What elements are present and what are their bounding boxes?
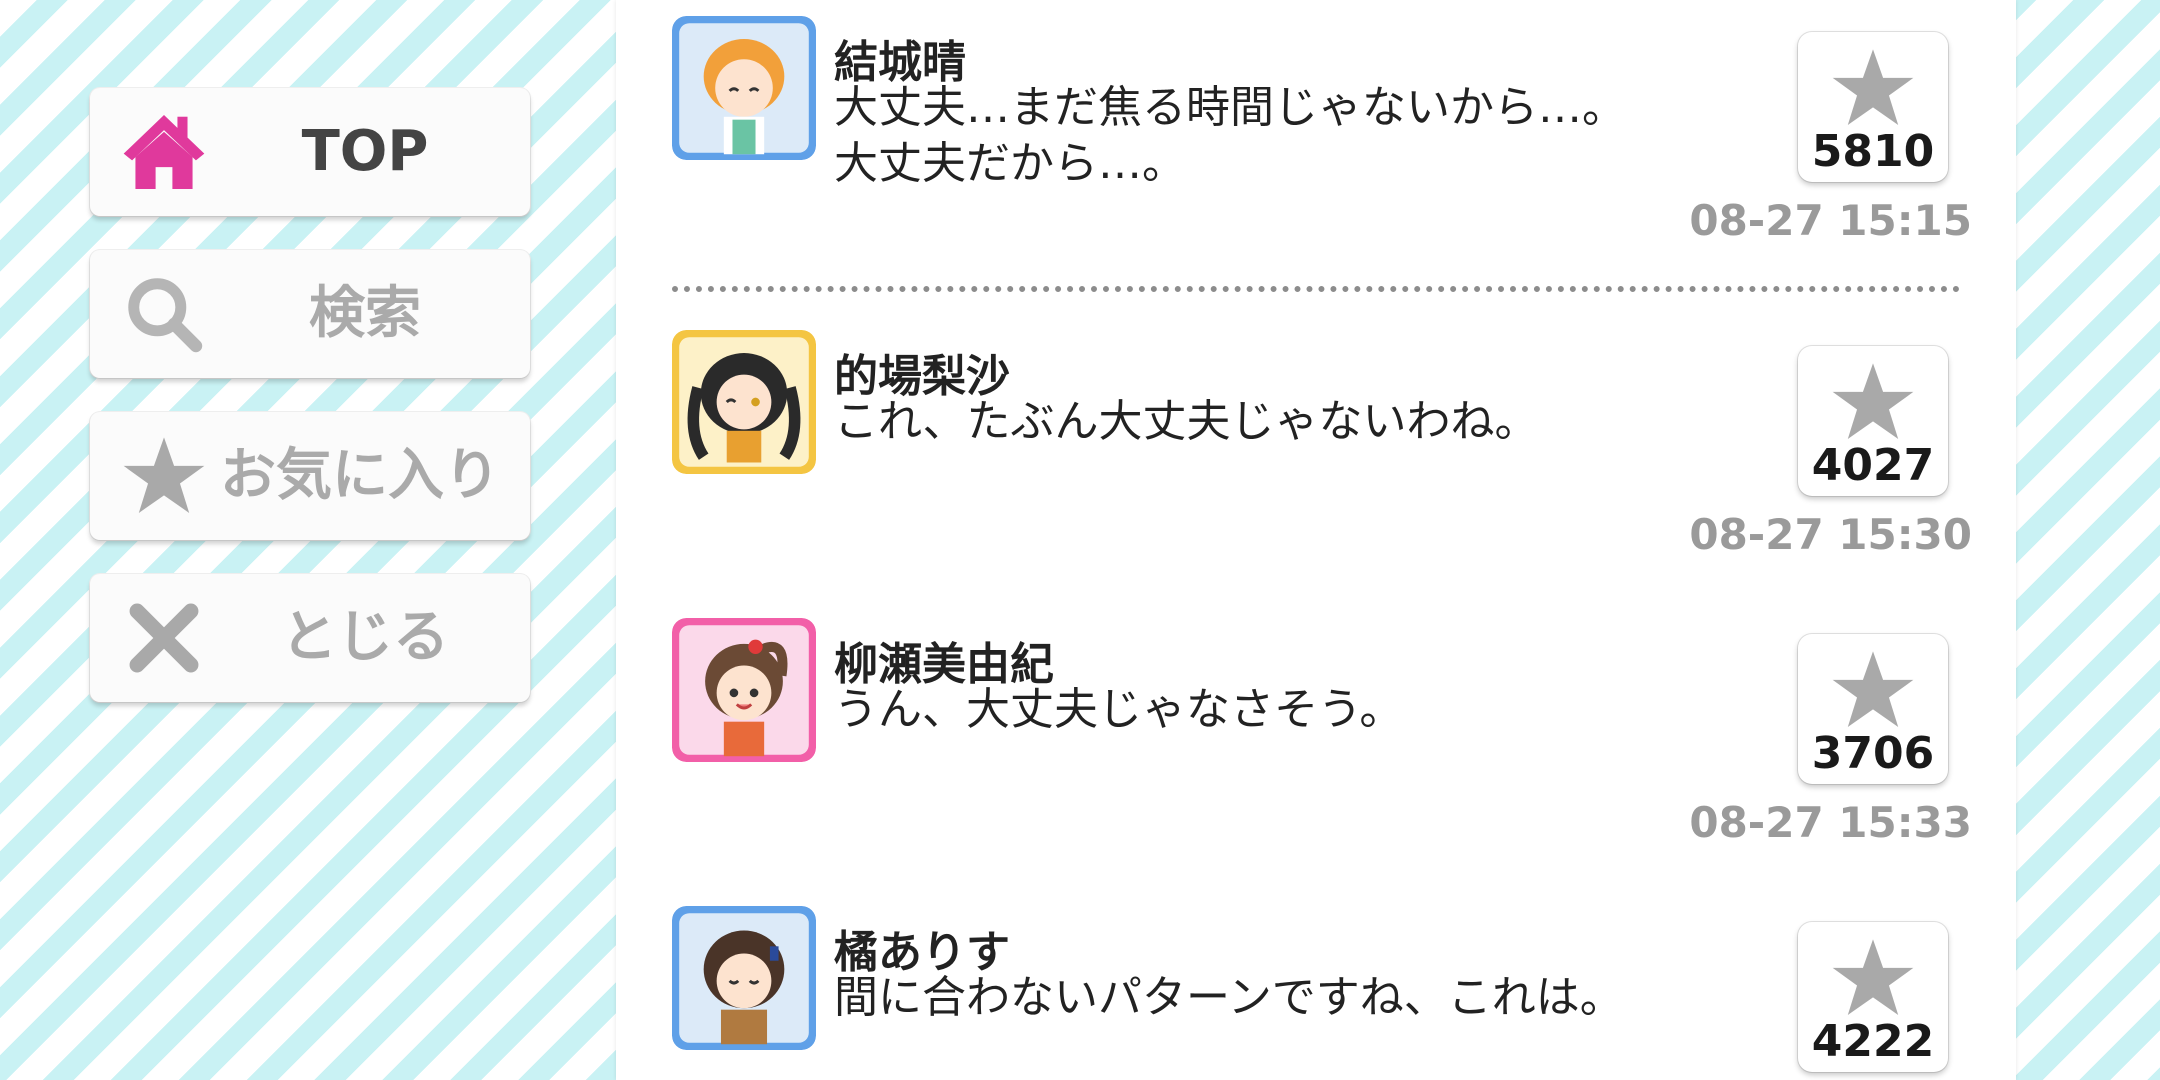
search-icon	[122, 272, 206, 356]
timestamp: 08-27 15:15	[1689, 196, 1972, 245]
home-icon	[122, 110, 206, 194]
star-icon	[1831, 648, 1915, 732]
side-menu: TOP 検索 お気に入り とじる	[90, 88, 530, 736]
avatar[interactable]	[672, 906, 816, 1050]
timestamp: 08-27 15:30	[1689, 510, 1972, 559]
message-text: 間に合わないパターンですね、これは。	[834, 972, 1624, 1023]
star-icon	[122, 434, 206, 518]
star-icon	[1831, 360, 1915, 444]
menu-search-label: 検索	[309, 281, 421, 346]
favorite-button[interactable]: 5810	[1798, 32, 1948, 182]
favorite-count: 4222	[1811, 1016, 1935, 1067]
timestamp: 08-27 15:33	[1689, 798, 1972, 847]
favorite-button[interactable]: 4027	[1798, 346, 1948, 496]
menu-favorites-label: お気に入り	[220, 443, 500, 508]
avatar[interactable]	[672, 330, 816, 474]
message-text: 大丈夫…まだ焦る時間じゃないから…。 大丈夫だから…。	[834, 82, 1626, 189]
star-icon	[1831, 936, 1915, 1020]
avatar[interactable]	[672, 618, 816, 762]
message-text: これ、たぶん大丈夫じゃないわね。	[834, 396, 1539, 447]
message-text: うん、大丈夫じゃなさそう。	[834, 684, 1404, 735]
favorite-button[interactable]: 3706	[1798, 634, 1948, 784]
close-icon	[122, 596, 206, 680]
divider	[672, 286, 1960, 292]
favorite-count: 4027	[1811, 440, 1935, 491]
favorite-count: 5810	[1811, 126, 1935, 177]
favorite-button[interactable]: 4222	[1798, 922, 1948, 1072]
avatar[interactable]	[672, 16, 816, 160]
timeline-panel[interactable]: 結城晴 大丈夫…まだ焦る時間じゃないから…。 大丈夫だから…。 5810 08-…	[616, 0, 2016, 1080]
menu-close-button[interactable]: とじる	[90, 574, 530, 702]
star-icon	[1831, 46, 1915, 130]
menu-top-label: TOP	[301, 119, 429, 184]
favorite-count: 3706	[1811, 728, 1935, 779]
menu-close-label: とじる	[281, 605, 449, 670]
menu-top-button[interactable]: TOP	[90, 88, 530, 216]
menu-favorites-button[interactable]: お気に入り	[90, 412, 530, 540]
menu-search-button[interactable]: 検索	[90, 250, 530, 378]
